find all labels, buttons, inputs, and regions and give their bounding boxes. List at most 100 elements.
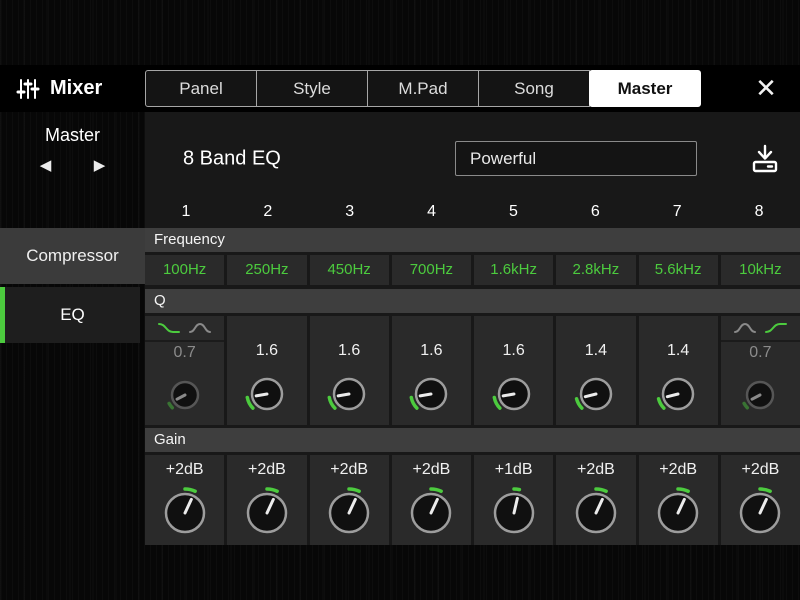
gain-section-header: Gain xyxy=(145,428,800,452)
gain-value-band-6: +2dB xyxy=(556,455,635,481)
gain-knob-band-5[interactable] xyxy=(474,481,553,545)
gain-cell-band-3: +2dB xyxy=(310,455,389,545)
q-cell-band-1: 0.7 xyxy=(145,316,224,425)
app-title-label: Mixer xyxy=(50,77,102,100)
spacer xyxy=(556,316,635,340)
q-cell-band-5: 1.6 xyxy=(474,316,553,425)
q-value-band-5: 1.6 xyxy=(474,340,553,362)
gain-row: +2dB +2dB +2dB +2dB +1dB +2dB xyxy=(145,455,800,545)
sidebar-item-eq[interactable]: EQ xyxy=(0,287,140,343)
gain-knob-band-4[interactable] xyxy=(392,481,471,545)
filter-type-icons xyxy=(145,316,224,342)
band-number: 7 xyxy=(636,203,718,221)
preset-selector[interactable]: Powerful xyxy=(455,141,697,176)
freq-value-band-8[interactable]: 10kHz xyxy=(721,255,800,285)
gain-knob-band-8[interactable] xyxy=(721,481,800,545)
q-value-band-3: 1.6 xyxy=(310,340,389,362)
q-knob-band-8[interactable] xyxy=(721,364,800,425)
close-icon[interactable]: ✕ xyxy=(744,70,788,107)
gain-value-band-5: +1dB xyxy=(474,455,553,481)
band-number: 1 xyxy=(145,203,227,221)
q-knob-band-6[interactable] xyxy=(556,362,635,425)
peak-icon[interactable] xyxy=(189,321,211,335)
gain-value-band-1: +2dB xyxy=(145,455,224,481)
frequency-row: 100Hz 250Hz 450Hz 700Hz 1.6kHz 2.8kHz 5.… xyxy=(145,255,800,285)
save-icon[interactable] xyxy=(745,138,785,180)
freq-value-band-7[interactable]: 5.6kHz xyxy=(639,255,718,285)
gain-knob-band-3[interactable] xyxy=(310,481,389,545)
freq-value-band-4[interactable]: 700Hz xyxy=(392,255,471,285)
spacer xyxy=(392,316,471,340)
q-section-header: Q xyxy=(145,289,800,313)
low-shelf-icon[interactable] xyxy=(158,321,180,335)
band-number-row: 1 2 3 4 5 6 7 8 xyxy=(145,195,800,228)
q-knob-band-7[interactable] xyxy=(639,362,718,425)
q-knob-band-2[interactable] xyxy=(227,362,306,425)
gain-value-band-3: +2dB xyxy=(310,455,389,481)
eq-title: 8 Band EQ xyxy=(183,148,281,171)
tab-master[interactable]: Master xyxy=(589,70,701,107)
band-number: 4 xyxy=(391,203,473,221)
sidebar: Master ◀ ▶ Compressor EQ xyxy=(0,112,145,600)
gain-knob-band-2[interactable] xyxy=(227,481,306,545)
mixer-screen: Mixer Panel Style M.Pad Song Master ✕ Ma… xyxy=(0,0,800,600)
gain-value-band-4: +2dB xyxy=(392,455,471,481)
band-number: 6 xyxy=(554,203,636,221)
q-value-band-6: 1.4 xyxy=(556,340,635,362)
gain-knob-band-6[interactable] xyxy=(556,481,635,545)
q-knob-band-4[interactable] xyxy=(392,362,471,425)
spacer xyxy=(639,316,718,340)
header-bar: Mixer Panel Style M.Pad Song Master ✕ xyxy=(0,65,800,112)
eq-panel-header: 8 Band EQ Powerful xyxy=(145,112,800,195)
filter-type-icons xyxy=(721,316,800,342)
tab-bar: Panel Style M.Pad Song Master xyxy=(145,70,701,107)
gain-cell-band-7: +2dB xyxy=(639,455,718,545)
spacer xyxy=(310,316,389,340)
q-knob-band-1[interactable] xyxy=(145,364,224,425)
gain-knob-band-7[interactable] xyxy=(639,481,718,545)
gain-cell-band-2: +2dB xyxy=(227,455,306,545)
app-title: Mixer xyxy=(16,65,102,112)
q-knob-band-3[interactable] xyxy=(310,362,389,425)
gain-value-band-2: +2dB xyxy=(227,455,306,481)
freq-value-band-2[interactable]: 250Hz xyxy=(227,255,306,285)
freq-value-band-6[interactable]: 2.8kHz xyxy=(556,255,635,285)
band-number: 2 xyxy=(227,203,309,221)
freq-value-band-1[interactable]: 100Hz xyxy=(145,255,224,285)
q-knob-band-5[interactable] xyxy=(474,362,553,425)
sidebar-item-compressor[interactable]: Compressor xyxy=(0,228,145,284)
freq-value-band-3[interactable]: 450Hz xyxy=(310,255,389,285)
q-value-band-2: 1.6 xyxy=(227,340,306,362)
tab-style[interactable]: Style xyxy=(256,70,368,107)
gain-cell-band-1: +2dB xyxy=(145,455,224,545)
spacer xyxy=(474,316,553,340)
gain-knob-band-1[interactable] xyxy=(145,481,224,545)
q-cell-band-7: 1.4 xyxy=(639,316,718,425)
q-cell-band-4: 1.6 xyxy=(392,316,471,425)
gain-cell-band-5: +1dB xyxy=(474,455,553,545)
band-number: 5 xyxy=(473,203,555,221)
band-number: 3 xyxy=(309,203,391,221)
gain-cell-band-6: +2dB xyxy=(556,455,635,545)
q-cell-band-3: 1.6 xyxy=(310,316,389,425)
high-shelf-icon[interactable] xyxy=(765,321,787,335)
q-value-band-4: 1.6 xyxy=(392,340,471,362)
peak-icon[interactable] xyxy=(734,321,756,335)
mixer-sliders-icon xyxy=(16,77,40,101)
sidebar-selector-arrows: ◀ ▶ xyxy=(0,155,145,175)
band-number: 8 xyxy=(718,203,800,221)
q-cell-band-6: 1.4 xyxy=(556,316,635,425)
tab-panel[interactable]: Panel xyxy=(145,70,257,107)
next-arrow-icon[interactable]: ▶ xyxy=(88,155,112,175)
prev-arrow-icon[interactable]: ◀ xyxy=(34,155,58,175)
tab-mpad[interactable]: M.Pad xyxy=(367,70,479,107)
q-cell-band-2: 1.6 xyxy=(227,316,306,425)
q-cell-band-8: 0.7 xyxy=(721,316,800,425)
tab-song[interactable]: Song xyxy=(478,70,590,107)
q-value-band-1: 0.7 xyxy=(145,342,224,364)
q-value-band-8: 0.7 xyxy=(721,342,800,364)
q-row: 0.7 1.6 1.6 1.6 1.6 xyxy=(145,316,800,425)
freq-value-band-5[interactable]: 1.6kHz xyxy=(474,255,553,285)
frequency-section-header: Frequency xyxy=(145,228,800,252)
sidebar-selector-label: Master xyxy=(0,125,145,146)
